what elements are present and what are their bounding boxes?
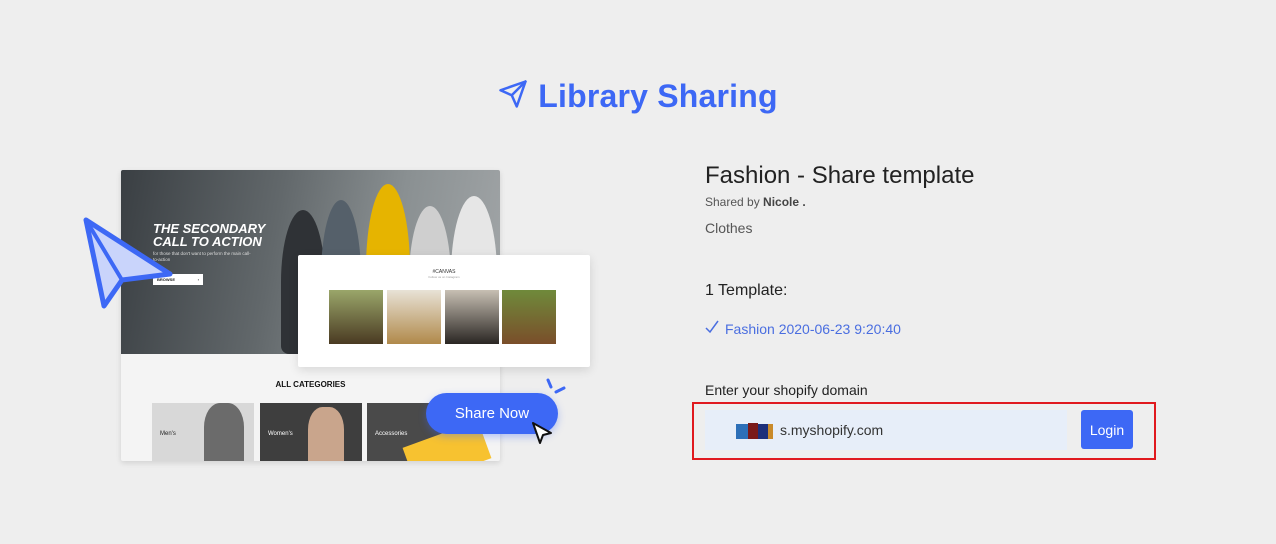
card-subtitle: Follow us on Instagram: [428, 275, 460, 279]
page-header: Library Sharing: [0, 78, 1276, 115]
paper-plane-icon: [498, 79, 528, 114]
template-list-item[interactable]: Fashion 2020-06-23 9:20:40: [705, 320, 901, 337]
template-category: Clothes: [705, 220, 753, 236]
instagram-thumbnail: [387, 290, 441, 344]
sharer-name: Nicole .: [763, 195, 806, 209]
categories-title: ALL CATEGORIES: [275, 380, 346, 389]
category-tile-women: Women's: [260, 403, 362, 461]
redaction-mark: [758, 424, 768, 439]
category-tile-men: Men's: [152, 403, 254, 461]
template-item-label: Fashion 2020-06-23 9:20:40: [725, 320, 901, 337]
login-button[interactable]: Login: [1081, 410, 1133, 449]
instagram-card: #CANVAS Follow us on Instagram: [298, 255, 590, 367]
page-title: Library Sharing: [538, 78, 778, 114]
instagram-thumbnail: [502, 290, 556, 344]
paper-plane-decor-icon: [82, 214, 174, 319]
redaction-mark: [748, 423, 758, 439]
template-title: Fashion - Share template: [705, 162, 975, 189]
cursor-icon: [531, 421, 553, 450]
redaction-mark: [768, 424, 773, 439]
checkmark-icon: [705, 320, 719, 337]
instagram-thumbnail: [329, 290, 383, 344]
domain-label: Enter your shopify domain: [705, 382, 868, 398]
template-count: 1 Template:: [705, 282, 788, 299]
shared-by: Shared by Nicole .: [705, 195, 806, 209]
instagram-thumbnail: [445, 290, 499, 344]
redaction-mark: [736, 424, 748, 439]
